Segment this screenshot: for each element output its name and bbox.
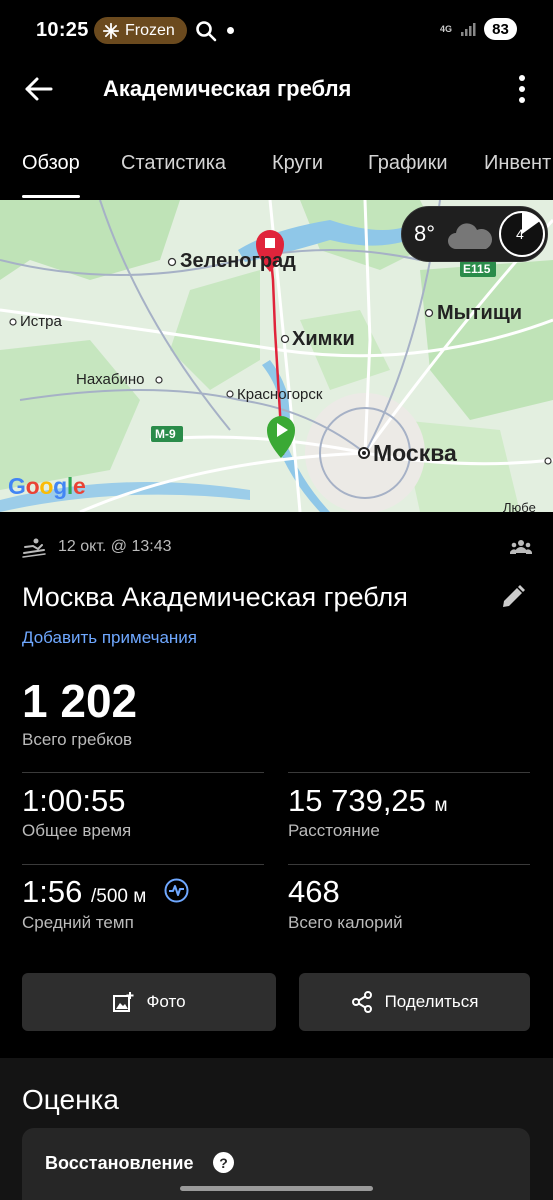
tab-bar: Обзор Статистика Круги Графики Инвент	[0, 140, 553, 200]
road-shield-m9: M-9	[155, 427, 176, 441]
share-icon	[351, 991, 372, 1013]
total-time-label: Общее время	[22, 821, 132, 840]
search-icon	[196, 21, 217, 42]
home-indicator[interactable]	[180, 1186, 373, 1191]
strokes-label: Всего гребков	[22, 730, 133, 749]
total-time-value: 1:00:55	[22, 783, 126, 818]
google-logo: Google	[8, 473, 86, 499]
help-icon[interactable]: ?	[213, 1152, 234, 1173]
edit-pencil-icon[interactable]	[500, 584, 526, 610]
recovery-title: Восстановление	[45, 1153, 194, 1173]
signal-icon	[461, 23, 476, 36]
map-label-istra: Истра	[20, 313, 62, 330]
activity-meta: 12 окт. @ 13:43	[22, 536, 532, 560]
divider	[22, 864, 264, 865]
distance-stat: 15 739,25 м	[288, 783, 448, 819]
status-bar: 10:25 Frozen 4G 83	[0, 0, 553, 62]
add-photo-icon	[113, 992, 134, 1012]
map-label-lyubertsy: Любе	[503, 500, 536, 512]
share-button[interactable]: Поделиться	[299, 973, 530, 1031]
add-note-link[interactable]: Добавить примечания	[22, 628, 197, 648]
snowflake-icon	[102, 22, 120, 39]
share-button-label: Поделиться	[384, 992, 479, 1011]
app-bar: Академическая гребля	[0, 62, 553, 118]
pace-unit: /500 м	[90, 886, 147, 907]
activity-title: Москва Академическая гребля	[22, 582, 408, 612]
map-label-krasnogorsk: Красногорск	[237, 386, 323, 403]
weather-temperature: 8°	[414, 221, 436, 246]
pace-label: Средний темп	[22, 913, 134, 932]
tab-statistics[interactable]: Статистика	[121, 152, 226, 175]
strokes-value: 1 202	[22, 675, 138, 727]
tab-overview[interactable]: Обзор	[22, 152, 80, 175]
rowing-icon	[22, 538, 46, 558]
active-tab-indicator	[22, 195, 80, 198]
activity-datetime: 12 окт. @ 13:43	[58, 538, 172, 555]
notification-dot-icon	[227, 27, 234, 34]
distance-unit: м	[434, 795, 448, 816]
pace-stat: 1:56 /500 м	[22, 874, 146, 910]
calories-value: 468	[288, 874, 340, 909]
map-label-mytishchi: Мытищи	[437, 302, 522, 324]
pace-value: 1:56	[22, 874, 83, 909]
photo-button[interactable]: Фото	[22, 973, 276, 1031]
photo-button-label: Фото	[146, 992, 186, 1011]
tab-equipment[interactable]: Инвент	[484, 152, 551, 175]
pace-chart-icon[interactable]	[164, 878, 189, 903]
distance-label: Расстояние	[288, 821, 380, 840]
map-label-zelenograd: Зеленоград	[180, 250, 296, 272]
divider	[288, 772, 530, 773]
assessment-section: Оценка Восстановление ?	[0, 1058, 553, 1200]
tab-laps[interactable]: Круги	[272, 152, 323, 175]
status-time: 10:25	[36, 19, 89, 41]
group-icon[interactable]	[510, 538, 532, 556]
back-arrow-icon[interactable]	[22, 74, 56, 104]
cloud-icon	[448, 223, 493, 249]
frozen-label: Frozen	[125, 21, 175, 39]
map-label-moscow: Москва	[373, 440, 457, 466]
map-label-nakhabino: Нахабино	[76, 371, 145, 388]
more-options-icon[interactable]	[513, 72, 531, 106]
network-type: 4G	[439, 23, 452, 34]
wind-badge-value: 4	[516, 226, 524, 242]
distance-value: 15 739,25	[288, 783, 426, 818]
road-shield-e115: E115	[463, 262, 491, 276]
calories-label: Всего калорий	[288, 913, 403, 932]
divider	[288, 864, 530, 865]
weather-widget[interactable]: 8° 4	[401, 206, 548, 262]
frozen-pill[interactable]: Frozen	[94, 17, 187, 44]
battery-indicator: 83	[484, 18, 517, 40]
route-map[interactable]: Зеленоград Истра Мытищи Химки Нахабино К…	[0, 200, 553, 512]
map-label-khimki: Химки	[292, 328, 355, 350]
page-title: Академическая гребля	[103, 76, 352, 101]
tab-charts[interactable]: Графики	[368, 152, 448, 175]
divider	[22, 772, 264, 773]
assessment-title: Оценка	[22, 1084, 119, 1115]
